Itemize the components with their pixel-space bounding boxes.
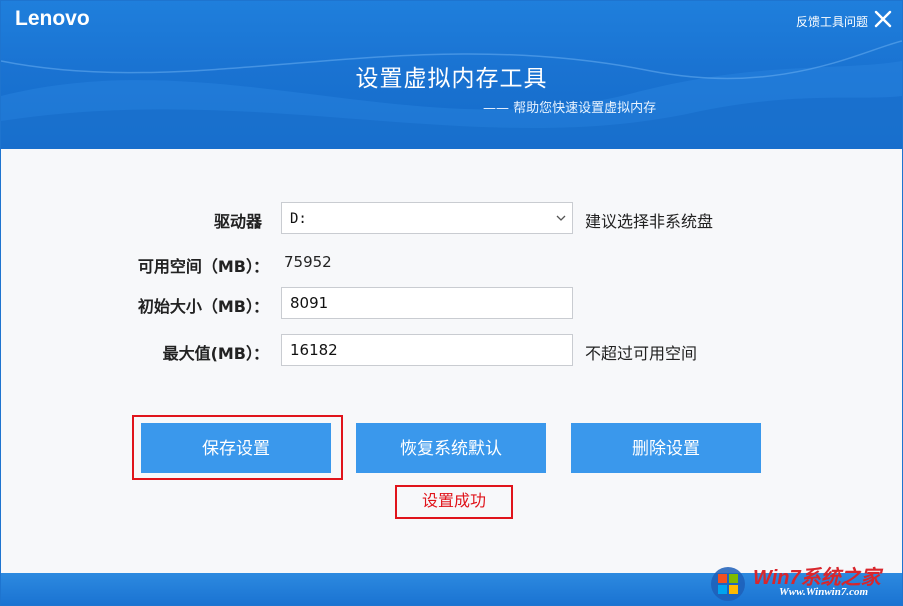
available-space-value: 75952 <box>284 253 332 271</box>
maximum-size-colon: ： <box>253 344 270 363</box>
maximum-size-hint: 不超过可用空间 <box>585 344 698 363</box>
maximum-size-row: 最大值(MB） ： 不超过可用空间 <box>1 334 902 366</box>
available-space-colon: ： <box>253 257 270 276</box>
page-subtitle: —— 帮助您快速设置虚拟内存 <box>483 101 657 116</box>
feedback-link[interactable]: 反馈工具问题 <box>796 13 868 30</box>
available-space-row: 可用空间（MB） ： 75952 <box>1 247 902 279</box>
drive-row: 驱动器 ： D: 建议选择非系统盘 <box>1 202 902 234</box>
initial-size-label: 初始大小（MB） <box>137 297 262 316</box>
drive-select[interactable]: D: <box>281 202 573 234</box>
chevron-down-icon <box>556 215 566 221</box>
initial-size-input[interactable] <box>281 287 573 319</box>
maximum-size-label: 最大值(MB） <box>162 344 262 363</box>
lenovo-logo: Lenovo <box>15 7 90 30</box>
app-window: Lenovo 反馈工具问题 设置虚拟内存工具 —— 帮助您快速设置虚拟内存 驱动… <box>0 0 903 606</box>
drive-select-value: D: <box>290 211 307 227</box>
available-space-label: 可用空间（MB） <box>137 257 262 276</box>
header-banner: Lenovo 反馈工具问题 设置虚拟内存工具 —— 帮助您快速设置虚拟内存 <box>1 1 902 149</box>
initial-size-row: 初始大小（MB） ： <box>1 287 902 319</box>
maximum-size-input[interactable] <box>281 334 573 366</box>
watermark-url: Www.Winwin7.com <box>779 586 869 598</box>
save-settings-button[interactable]: 保存设置 <box>141 423 331 473</box>
delete-settings-button[interactable]: 删除设置 <box>571 423 761 473</box>
close-icon[interactable] <box>874 10 892 28</box>
initial-size-colon: ： <box>253 297 270 316</box>
restore-default-button[interactable]: 恢复系统默认 <box>356 423 546 473</box>
drive-hint: 建议选择非系统盘 <box>585 212 714 231</box>
drive-colon: ： <box>253 212 270 231</box>
status-message: 设置成功 <box>395 485 513 519</box>
page-title: 设置虚拟内存工具 <box>355 66 548 92</box>
